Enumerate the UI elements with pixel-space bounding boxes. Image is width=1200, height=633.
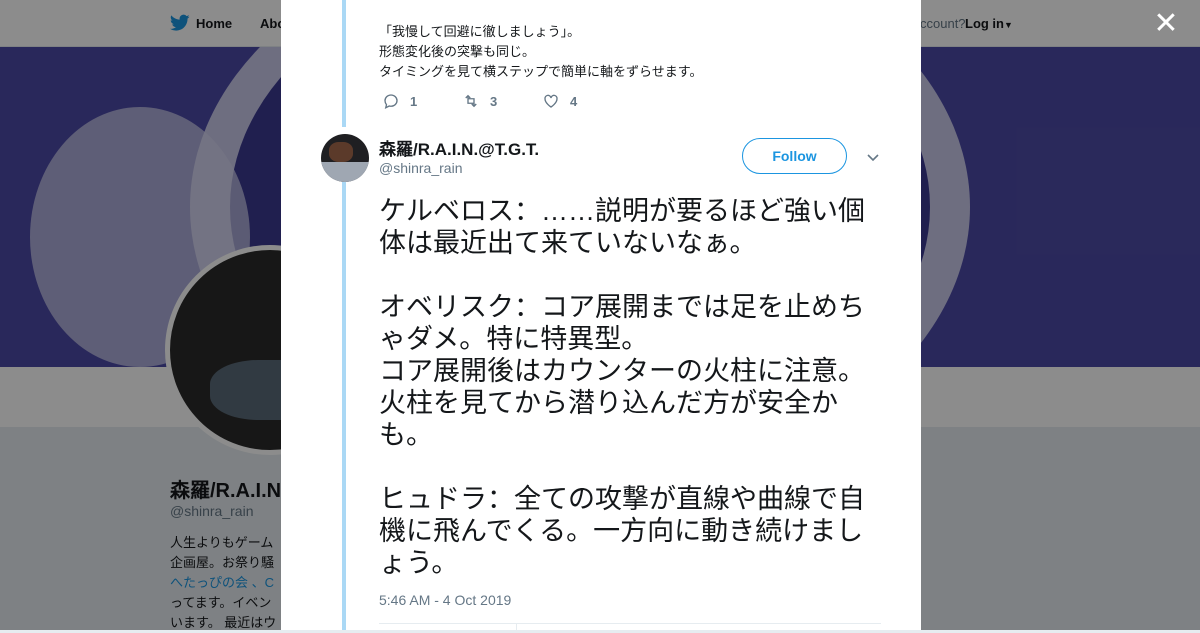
like-button[interactable]: 4 [542,92,622,110]
close-icon[interactable]: ✕ [1152,9,1180,39]
chevron-down-icon[interactable] [865,149,881,165]
author-name[interactable]: 森羅/R.A.I.N.@T.G.T. [379,135,539,160]
reply-count: 1 [410,93,418,109]
thread-connector [342,0,346,127]
tweet-timestamp[interactable]: 5:46 AM - 4 Oct 2019 [379,592,511,608]
reply-icon [384,94,398,109]
previous-tweet-line: 形態変化後の突撃も同じ。 [379,44,536,59]
previous-tweet-line: 「我慢して回避に徹しましょう」。 [379,24,581,39]
divider [379,623,881,624]
previous-tweet-text: 「我慢して回避に徹しましょう」。 形態変化後の突撃も同じ。 タイミングを見て横ス… [379,22,899,82]
author-handle[interactable]: @shinra_rain [379,160,462,176]
author-avatar[interactable] [321,134,369,182]
retweet-button[interactable]: 3 [462,92,542,110]
retweet-count: 3 [490,93,498,109]
previous-tweet-line: タイミングを見て横ステップで簡単に軸をずらせます。 [379,64,703,79]
thread-connector [342,182,346,630]
like-icon [544,94,558,108]
divider [516,623,517,630]
tweet-text: ケルベロス：……説明が要るほど強い個体は最近出て来ていないなぁ。 オベリスク：コ… [379,196,865,578]
retweet-icon [465,94,477,108]
follow-button[interactable]: Follow [742,138,847,174]
tweet-modal: 「我慢して回避に徹しましょう」。 形態変化後の突撃も同じ。 タイミングを見て横ス… [281,0,921,630]
reply-button[interactable]: 1 [382,92,462,110]
tweet-actions: 1 3 4 [382,92,622,110]
like-count: 4 [570,93,578,109]
